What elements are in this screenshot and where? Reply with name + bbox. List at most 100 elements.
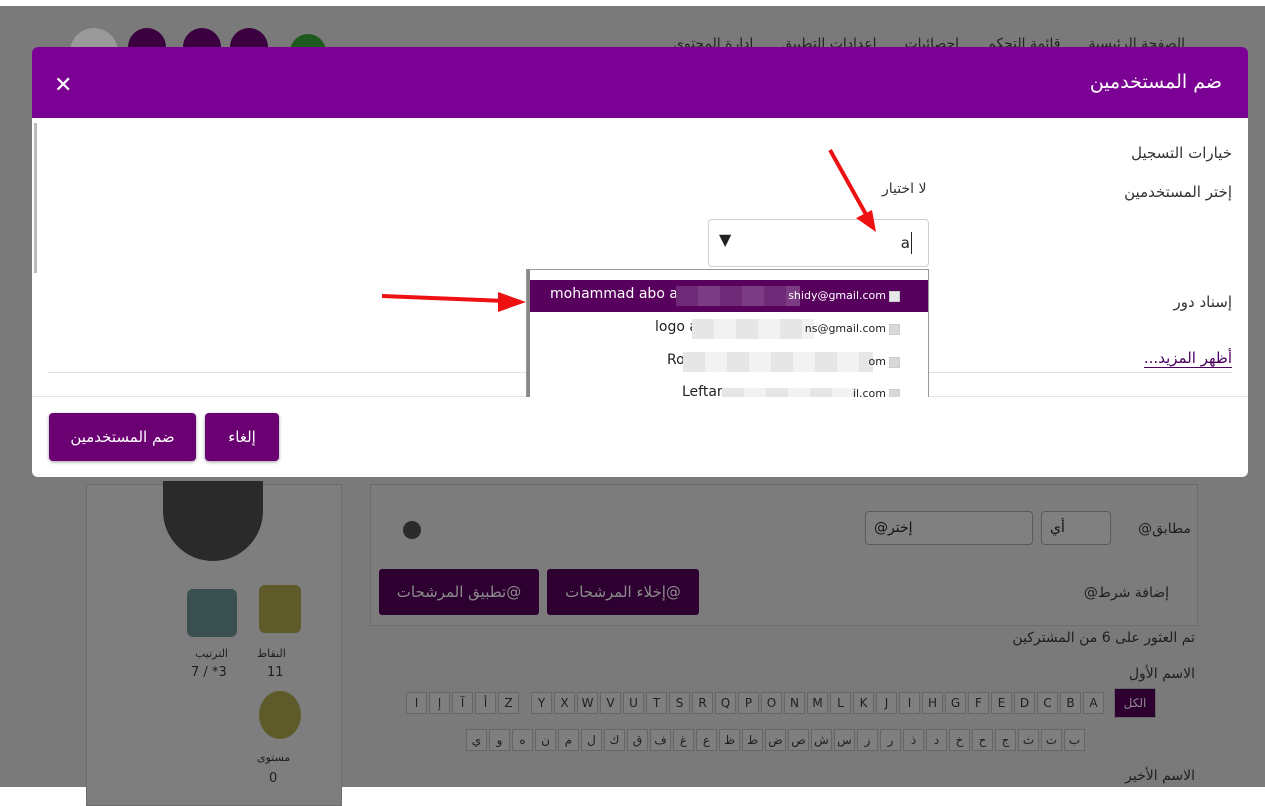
registration-options-heading: خيارات التسجيل — [1131, 144, 1232, 162]
initial-letter-button[interactable]: P — [738, 692, 759, 714]
initial-letter-button[interactable]: W — [577, 692, 598, 714]
annotation-arrow-down — [828, 149, 876, 232]
choose-select[interactable]: إختر@ — [865, 511, 1033, 545]
dropdown-arrow-icon[interactable]: ▼ — [719, 230, 731, 249]
apply-filters-button[interactable]: تطبيق المرشحات@ — [379, 569, 539, 615]
initial-letter-button[interactable]: أ — [475, 692, 496, 714]
cancel-button[interactable]: إلغاء — [205, 413, 279, 461]
initial-letter-button[interactable]: S — [669, 692, 690, 714]
assign-role-label: إسناد دور — [1173, 293, 1232, 311]
any-select-value: أي — [1050, 520, 1065, 536]
initial-letter-button[interactable]: ع — [696, 729, 717, 751]
initial-letter-button[interactable]: ك — [604, 729, 625, 751]
level-value: 0 — [269, 771, 278, 786]
option-email: il.com — [852, 387, 886, 397]
any-select[interactable]: أي — [1041, 511, 1111, 545]
initial-letter-button[interactable]: ت — [1041, 729, 1062, 751]
add-condition-link[interactable]: إضافة شرط@ — [1084, 585, 1169, 601]
enrol-users-button[interactable]: ضم المستخدمين — [49, 413, 196, 461]
initial-letter-button[interactable]: ض — [765, 729, 786, 751]
initial-letter-button[interactable]: K — [853, 692, 874, 714]
initial-letter-button[interactable]: ف — [650, 729, 671, 751]
initial-letter-button[interactable]: ص — [788, 729, 809, 751]
initial-letter-button[interactable]: ل — [581, 729, 602, 751]
initial-letter-button[interactable]: I — [899, 692, 920, 714]
annotation-arrow-right — [381, 292, 526, 312]
users-search-input[interactable]: ▼ a — [708, 219, 929, 267]
initial-letter-button[interactable]: B — [1060, 692, 1081, 714]
initial-letter-button[interactable]: ج — [995, 729, 1016, 751]
initial-letter-button[interactable]: س — [834, 729, 855, 751]
trophy-icon — [259, 585, 301, 633]
initial-letter-button[interactable]: ا — [406, 692, 427, 714]
initial-letter-button[interactable]: M — [807, 692, 828, 714]
initial-letter-button[interactable]: O — [761, 692, 782, 714]
suggestion-option[interactable]: Leftan il.com — [530, 378, 928, 397]
show-more-link[interactable]: أظهر المزيد... — [1143, 349, 1232, 368]
initial-letter-button[interactable]: غ — [673, 729, 694, 751]
initial-letter-button[interactable]: و — [489, 729, 510, 751]
initial-letter-button[interactable]: D — [1014, 692, 1035, 714]
initial-letter-button[interactable]: ز — [857, 729, 878, 751]
suggestion-option[interactable]: logo a ns@gmail.com — [530, 313, 928, 345]
first-name-initials: ا إ آ أ Z Y X W V U T S R Q P O N M L K J I H G F E D C B A الكل — [406, 688, 1156, 718]
initial-letter-button[interactable]: N — [784, 692, 805, 714]
initial-letter-button[interactable]: د — [926, 729, 947, 751]
initial-letter-button[interactable]: F — [968, 692, 989, 714]
initial-letter-button[interactable]: آ — [452, 692, 473, 714]
option-name: mohammad abo al — [550, 286, 682, 302]
initial-letter-button[interactable]: ي — [466, 729, 487, 751]
initial-letter-button[interactable]: م — [558, 729, 579, 751]
initial-letter-button[interactable]: Z — [498, 692, 519, 714]
initial-letter-button[interactable]: L — [830, 692, 851, 714]
users-suggestions-list: mohammad abo al shidy@gmail.com logo a n… — [526, 269, 929, 397]
initial-letter-button[interactable]: ن — [535, 729, 556, 751]
initial-letter-button[interactable]: X — [554, 692, 575, 714]
option-name: Leftan — [682, 384, 726, 397]
initial-letter-button[interactable]: ش — [811, 729, 832, 751]
initial-letter-button[interactable]: ح — [972, 729, 993, 751]
initial-letter-button[interactable]: ه — [512, 729, 533, 751]
initial-letter-button[interactable]: R — [692, 692, 713, 714]
clear-filters-button[interactable]: إخلاء المرشحات@ — [547, 569, 699, 615]
medal-icon — [259, 691, 301, 739]
initial-letter-button[interactable]: Y — [531, 692, 552, 714]
suggestion-option[interactable]: Ro om — [530, 346, 928, 378]
initial-letter-button[interactable]: H — [922, 692, 943, 714]
user-icon — [889, 324, 900, 335]
modal-title: ضم المستخدمين — [1089, 71, 1222, 93]
initial-letter-button[interactable]: Q — [715, 692, 736, 714]
initial-letter-button[interactable]: ذ — [903, 729, 924, 751]
user-icon — [889, 291, 900, 302]
initial-letter-button[interactable]: إ — [429, 692, 450, 714]
initial-letter-button[interactable]: ط — [742, 729, 763, 751]
initial-letter-button[interactable]: C — [1037, 692, 1058, 714]
suggestion-option[interactable]: mohammad abo al shidy@gmail.com — [530, 280, 928, 312]
redacted-text — [676, 286, 800, 306]
filter-panel: مطابق@ أي إختر@ إضافة شرط@ إخلاء المرشحا… — [370, 484, 1198, 626]
initial-letter-button[interactable]: ظ — [719, 729, 740, 751]
remove-condition-icon[interactable] — [403, 521, 421, 539]
initial-letter-button[interactable]: U — [623, 692, 644, 714]
initial-letter-button[interactable]: ث — [1018, 729, 1039, 751]
initial-letter-button[interactable]: ب — [1064, 729, 1085, 751]
option-email: ns@gmail.com — [804, 322, 886, 335]
matches-label: مطابق@ — [1138, 521, 1191, 537]
initial-letter-button[interactable]: ق — [627, 729, 648, 751]
initial-letter-button[interactable]: A — [1083, 692, 1104, 714]
profile-panel: النقاط 11 الترتيب 3* / 7 مستوى 0 — [86, 481, 342, 806]
option-email: om — [868, 355, 886, 368]
initial-letter-button[interactable]: G — [945, 692, 966, 714]
modal-scrollbar[interactable] — [34, 123, 37, 273]
initial-letter-button[interactable]: J — [876, 692, 897, 714]
initial-letter-button[interactable]: E — [991, 692, 1012, 714]
all-initials-button[interactable]: الكل — [1114, 688, 1156, 718]
initial-letter-button[interactable]: T — [646, 692, 667, 714]
initial-letter-button[interactable]: خ — [949, 729, 970, 751]
points-label: النقاط — [257, 647, 286, 660]
level-label: مستوى — [257, 751, 291, 764]
option-email: shidy@gmail.com — [788, 289, 886, 302]
close-icon[interactable]: ✕ — [54, 73, 72, 98]
initial-letter-button[interactable]: ر — [880, 729, 901, 751]
initial-letter-button[interactable]: V — [600, 692, 621, 714]
